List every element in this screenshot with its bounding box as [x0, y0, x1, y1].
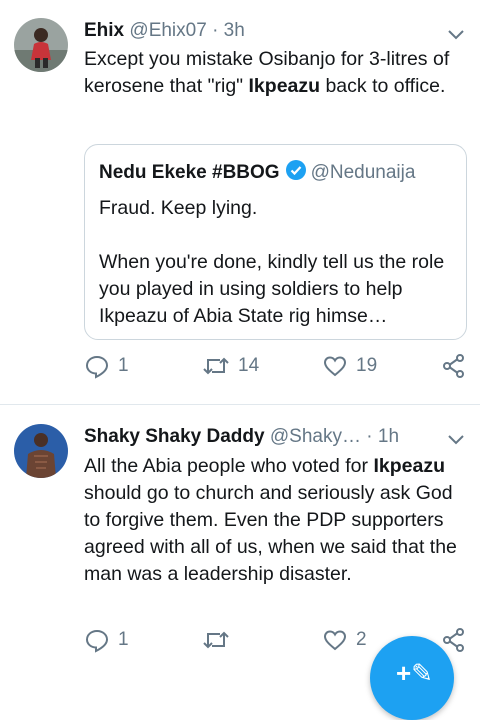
share-icon: [443, 354, 464, 378]
like-button[interactable]: 2: [322, 627, 367, 653]
quote-header: Nedu Ekeke #BBOG @Nedunaija: [99, 159, 415, 187]
share-icon: [443, 628, 464, 652]
chevron-down-icon[interactable]: [446, 429, 466, 449]
text-part: All the Abia people who voted for: [84, 455, 374, 477]
author-name[interactable]: Shaky Shaky Daddy: [84, 426, 265, 447]
like-button[interactable]: 19: [322, 353, 377, 379]
quote-text: Fraud. Keep lying. When you're done, kin…: [99, 195, 452, 330]
author-handle[interactable]: @Shaky…: [270, 426, 361, 447]
retweet-button[interactable]: 14: [202, 353, 259, 379]
author-handle[interactable]: @Ehix07: [129, 20, 206, 41]
text-part: back to office.: [320, 75, 446, 97]
tweet-header: Ehix @Ehix07 · 3h: [84, 20, 466, 42]
avatar[interactable]: [14, 424, 68, 478]
tweet-time[interactable]: · 3h: [212, 20, 245, 41]
retweet-icon: [203, 631, 229, 649]
reply-count: 1: [118, 629, 129, 650]
retweet-count: 14: [238, 355, 260, 376]
reply-icon: [85, 355, 109, 379]
retweet-button[interactable]: [202, 627, 238, 653]
share-button[interactable]: [442, 627, 466, 653]
text-part-bold[interactable]: Ikpeazu: [249, 75, 321, 97]
compose-icon: +✎: [396, 658, 433, 688]
tweet-text: All the Abia people who voted for Ikpeaz…: [84, 453, 462, 588]
compose-button[interactable]: +✎: [370, 636, 454, 720]
tweet-text: Except you mistake Osibanjo for 3-litres…: [84, 46, 462, 100]
chevron-down-icon[interactable]: [446, 24, 466, 44]
like-count: 2: [356, 629, 367, 650]
reply-count: 1: [118, 355, 129, 376]
author-name[interactable]: Ehix: [84, 20, 124, 41]
like-icon: [323, 630, 347, 651]
quote-line: Fraud. Keep lying.: [99, 197, 258, 219]
text-part: should go to church and seriously ask Go…: [84, 482, 457, 585]
tweet-header: Shaky Shaky Daddy @Shaky… · 1h: [84, 426, 466, 448]
verified-icon: [285, 159, 307, 187]
quote-author-handle: @Nedunaija: [310, 162, 416, 183]
tweet-time[interactable]: · 1h: [366, 426, 399, 447]
share-button[interactable]: [442, 353, 466, 379]
like-count: 19: [356, 355, 378, 376]
quote-line: When you're done, kindly tell us the rol…: [99, 251, 445, 327]
tweet-actions: 1 14 19: [84, 353, 466, 383]
quoted-tweet[interactable]: Nedu Ekeke #BBOG @Nedunaija Fraud. Keep l…: [84, 144, 467, 340]
avatar[interactable]: [14, 18, 68, 72]
quote-author-name: Nedu Ekeke #BBOG: [99, 162, 280, 183]
divider: [0, 404, 480, 405]
retweet-icon: [203, 357, 229, 375]
reply-button[interactable]: 1: [84, 627, 129, 653]
text-part-bold[interactable]: Ikpeazu: [373, 455, 445, 477]
reply-button[interactable]: 1: [84, 353, 129, 379]
like-icon: [323, 356, 347, 377]
reply-icon: [85, 629, 109, 653]
